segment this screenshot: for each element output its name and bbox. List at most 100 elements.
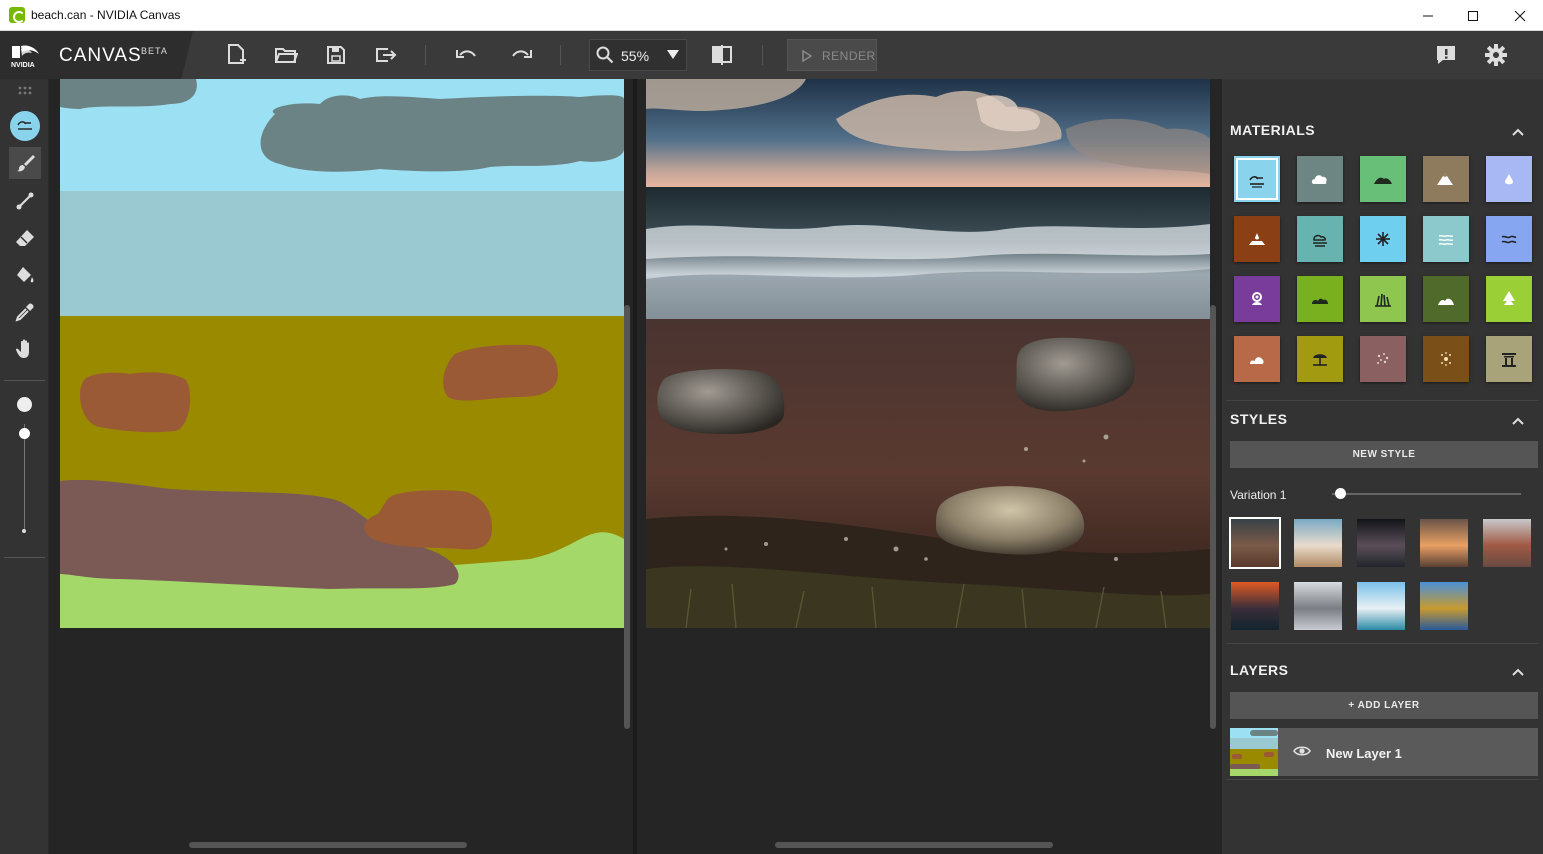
material-gravel[interactable]: [1360, 336, 1406, 382]
pan-tool[interactable]: [9, 333, 41, 365]
material-grass[interactable]: [1360, 276, 1406, 322]
undo-button[interactable]: [452, 41, 480, 69]
left-horizontal-scrollbar[interactable]: [189, 842, 467, 848]
material-mud[interactable]: [1234, 216, 1280, 262]
brush-tool[interactable]: [9, 147, 41, 179]
fill-tool[interactable]: [9, 259, 41, 291]
toolbar-divider: [425, 45, 426, 65]
export-button[interactable]: [372, 41, 400, 69]
style-thumb-sunset-sea[interactable]: [1231, 582, 1279, 630]
save-button[interactable]: [322, 41, 350, 69]
left-vertical-scrollbar[interactable]: [624, 305, 630, 729]
style-thumb-lake-forest[interactable]: [1420, 582, 1468, 630]
material-beach[interactable]: [1297, 336, 1343, 382]
material-rock-hill[interactable]: [1423, 276, 1469, 322]
eyedropper-tool[interactable]: [9, 296, 41, 328]
maximize-icon: [1468, 10, 1478, 21]
toolbar-divider: [560, 45, 561, 65]
style-thumb-pink-mountain[interactable]: [1483, 519, 1531, 567]
rendered-image: [646, 79, 1210, 628]
stone-icon: [1250, 357, 1264, 364]
style-thumb-desert-rocks[interactable]: [1229, 517, 1281, 569]
brush-size-min-dot: [22, 529, 26, 533]
material-snow[interactable]: [1360, 216, 1406, 262]
material-hill[interactable]: [1360, 156, 1406, 202]
add-layer-button[interactable]: + ADD LAYER: [1230, 692, 1538, 719]
mountain-icon: [1437, 173, 1453, 185]
material-water-drop[interactable]: [1486, 156, 1532, 202]
open-button[interactable]: [272, 41, 300, 69]
bush-icon: [1312, 298, 1328, 304]
tool-divider: [4, 380, 45, 381]
compare-view-button[interactable]: [708, 41, 736, 69]
style-thumb-foggy-valley[interactable]: [1420, 519, 1468, 567]
variation-slider[interactable]: [1332, 493, 1521, 495]
material-dirt[interactable]: [1423, 336, 1469, 382]
material-flower[interactable]: [1234, 276, 1280, 322]
line-icon: [16, 192, 34, 210]
layers-title: LAYERS: [1230, 662, 1289, 678]
render-button[interactable]: RENDER: [787, 39, 877, 71]
settings-button[interactable]: [1482, 41, 1510, 69]
minimize-button[interactable]: [1405, 0, 1451, 31]
current-material-swatch[interactable]: [9, 110, 41, 142]
right-vertical-scrollbar[interactable]: [1210, 305, 1216, 729]
search-icon: [596, 46, 614, 64]
export-icon: [376, 48, 397, 62]
tree-icon: [1503, 291, 1515, 305]
brush-size-handle[interactable]: [19, 428, 30, 439]
painting: [60, 79, 624, 628]
eraser-tool[interactable]: [9, 222, 41, 254]
material-river[interactable]: [1486, 216, 1532, 262]
material-sea[interactable]: [1423, 216, 1469, 262]
style-thumb-white-clouds[interactable]: [1294, 519, 1342, 567]
feedback-button[interactable]: [1432, 41, 1460, 69]
material-icon: [10, 111, 40, 141]
brush-size-slider[interactable]: [24, 424, 25, 529]
eye-icon[interactable]: [1293, 744, 1311, 758]
dirt-icon: [1441, 352, 1451, 366]
cloud-icon: [1311, 175, 1327, 184]
dropdown-arrow-icon[interactable]: [667, 50, 679, 60]
material-stone[interactable]: [1234, 336, 1280, 382]
segmentation-canvas[interactable]: [60, 79, 624, 628]
panel-splitter[interactable]: [633, 79, 637, 854]
style-thumb-snowy-mountain[interactable]: [1294, 582, 1342, 630]
variation-slider-handle[interactable]: [1335, 488, 1346, 499]
fill-icon: [17, 267, 34, 283]
material-mountain[interactable]: [1423, 156, 1469, 202]
line-tool[interactable]: [9, 185, 41, 217]
gravel-icon: [1377, 353, 1389, 364]
material-fog[interactable]: [1297, 216, 1343, 262]
new-style-button[interactable]: NEW STYLE: [1230, 441, 1538, 468]
drop-icon: [1505, 174, 1513, 185]
right-panel: MATERIALS STYLES NEW STYLE Variation 1 L…: [1222, 79, 1543, 854]
material-cloud[interactable]: [1297, 156, 1343, 202]
zoom-control[interactable]: 55%: [589, 39, 687, 71]
material-bush[interactable]: [1297, 276, 1343, 322]
collapse-styles-icon[interactable]: [1511, 414, 1525, 428]
material-tree[interactable]: [1486, 276, 1532, 322]
collapse-materials-icon[interactable]: [1511, 125, 1525, 139]
toolbar-grip[interactable]: [9, 81, 41, 101]
variation-label: Variation 1: [1230, 488, 1287, 502]
redo-button[interactable]: [508, 41, 536, 69]
rendered-output: [646, 79, 1210, 628]
maximize-button[interactable]: [1450, 0, 1496, 31]
layer-thumbnail: [1230, 728, 1278, 776]
undo-icon: [456, 50, 476, 58]
new-file-button[interactable]: [222, 41, 250, 69]
material-sky[interactable]: [1234, 156, 1280, 202]
material-building[interactable]: [1486, 336, 1532, 382]
style-thumb-tropical-coast[interactable]: [1357, 582, 1405, 630]
right-horizontal-scrollbar[interactable]: [775, 842, 1053, 848]
brand-area: NVIDIA CANVAS BETA: [0, 31, 193, 79]
layer-row[interactable]: New Layer 1: [1230, 728, 1538, 776]
materials-title: MATERIALS: [1230, 122, 1316, 138]
tool-sidebar: [0, 79, 49, 854]
alert-icon: [1437, 46, 1455, 64]
collapse-layers-icon[interactable]: [1511, 665, 1525, 679]
close-button[interactable]: [1497, 0, 1543, 31]
style-thumb-night-cave[interactable]: [1357, 519, 1405, 567]
compare-icon: [712, 45, 732, 65]
